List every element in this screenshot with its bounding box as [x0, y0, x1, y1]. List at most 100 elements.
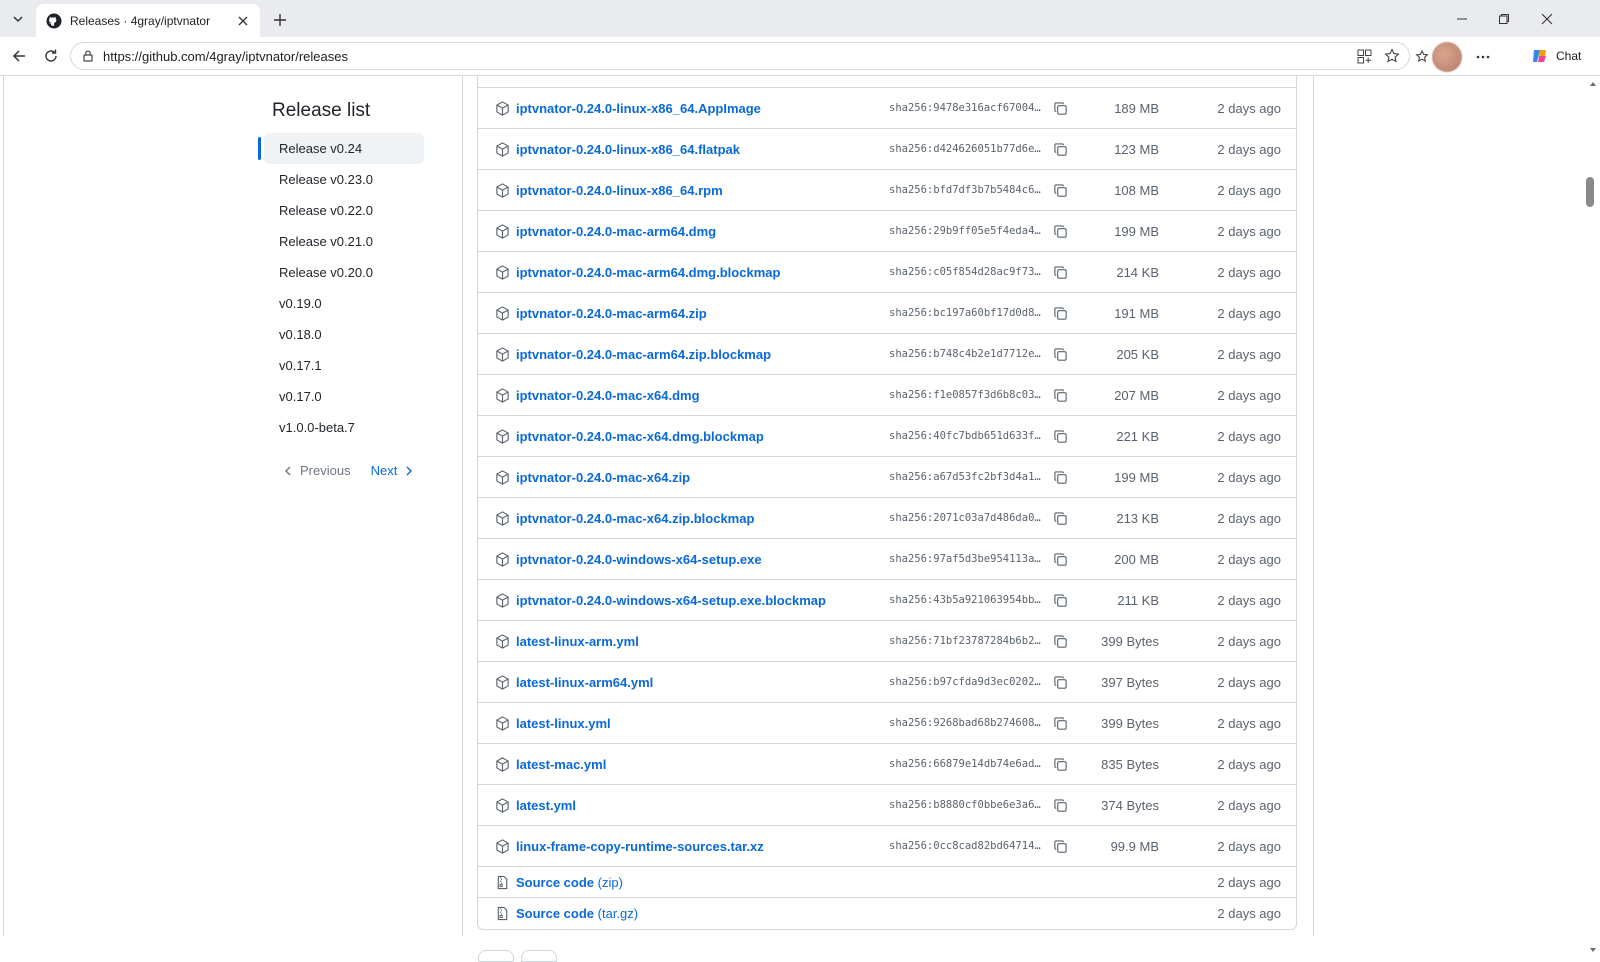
package-icon — [496, 715, 509, 731]
asset-link[interactable]: iptvnator-0.24.0-mac-x64.dmg.blockmap — [516, 429, 764, 444]
copy-sha-button[interactable] — [1051, 509, 1069, 527]
close-icon — [1541, 13, 1553, 25]
asset-size: 221 KB — [1116, 428, 1159, 444]
release-item-v0-17-1[interactable]: v0.17.1 — [264, 350, 424, 381]
asset-row: latest-linux-arm64.yml sha256:b97cfda9d3e… — [478, 662, 1296, 703]
app-available-button[interactable] — [1353, 45, 1375, 67]
asset-link[interactable]: iptvnator-0.24.0-mac-arm64.dmg.blockmap — [516, 265, 780, 280]
asset-link[interactable]: iptvnator-0.24.0-linux-x86_64.AppImage — [516, 101, 761, 116]
page-scrollbar[interactable] — [1585, 76, 1600, 957]
asset-date: 2 days ago — [1217, 264, 1281, 280]
asset-sha256: sha256:66879e14db74e6ad0… — [889, 758, 1045, 770]
copy-icon — [1053, 716, 1067, 730]
source-code-link[interactable]: Source code (tar.gz) — [516, 906, 638, 921]
reload-icon — [45, 49, 57, 62]
copy-sha-button[interactable] — [1051, 755, 1069, 773]
copilot-chat-button[interactable]: Chat — [1530, 43, 1581, 69]
asset-sha256: sha256:0cc8cad82bd64714d… — [889, 840, 1045, 852]
reaction-button[interactable] — [521, 950, 557, 962]
source-code-link[interactable]: Source code (zip) — [516, 875, 623, 890]
copy-sha-button[interactable] — [1051, 181, 1069, 199]
asset-link[interactable]: iptvnator-0.24.0-mac-arm64.dmg — [516, 224, 716, 239]
asset-link[interactable]: linux-frame-copy-runtime-sources.tar.xz — [516, 839, 764, 854]
file-zip-icon — [497, 875, 508, 889]
copy-sha-button[interactable] — [1051, 222, 1069, 240]
new-tab-button[interactable] — [268, 8, 292, 32]
copy-sha-button[interactable] — [1051, 263, 1069, 281]
asset-link[interactable]: iptvnator-0.24.0-mac-arm64.zip.blockmap — [516, 347, 771, 362]
copy-sha-button[interactable] — [1051, 99, 1069, 117]
release-item-v0-18-0[interactable]: v0.18.0 — [264, 319, 424, 350]
browser-tab-active[interactable]: Releases · 4gray/iptvnator — [36, 4, 260, 37]
address-bar[interactable]: https://github.com/4gray/iptvnator/relea… — [70, 42, 1410, 70]
release-item-v0-24[interactable]: Release v0.24 — [258, 133, 424, 164]
restore-button[interactable] — [1487, 6, 1521, 32]
chevron-left-icon — [285, 466, 291, 475]
release-item-v0-20-0[interactable]: Release v0.20.0 — [264, 257, 424, 288]
release-item-v0-17-0[interactable]: v0.17.0 — [264, 381, 424, 412]
asset-row: iptvnator-0.24.0-linux-x86_64.AppImage sh… — [478, 88, 1296, 129]
github-icon — [46, 13, 62, 28]
asset-date: 2 days ago — [1217, 182, 1281, 198]
copy-sha-button[interactable] — [1051, 837, 1069, 855]
copy-sha-button[interactable] — [1051, 468, 1069, 486]
more-menu-button[interactable] — [1472, 46, 1494, 68]
package-icon — [496, 674, 509, 690]
asset-link[interactable]: latest-linux-arm.yml — [516, 634, 639, 649]
minimize-button[interactable] — [1445, 6, 1479, 32]
next-button[interactable]: Next — [371, 463, 416, 478]
favorites-button[interactable] — [1412, 46, 1434, 68]
copy-sha-button[interactable] — [1051, 386, 1069, 404]
copy-sha-button[interactable] — [1051, 550, 1069, 568]
release-item-v0-23-0[interactable]: Release v0.23.0 — [264, 164, 424, 195]
asset-link[interactable]: iptvnator-0.24.0-linux-x86_64.flatpak — [516, 142, 740, 157]
release-item-v0-21-0[interactable]: Release v0.21.0 — [264, 226, 424, 257]
profile-avatar[interactable] — [1432, 42, 1462, 72]
copy-sha-button[interactable] — [1051, 591, 1069, 609]
copy-sha-button[interactable] — [1051, 673, 1069, 691]
asset-link[interactable]: latest-linux-arm64.yml — [516, 675, 653, 690]
asset-row: latest-mac.yml sha256:66879e14db74e6ad0… 8… — [478, 744, 1296, 785]
asset-link[interactable]: latest-mac.yml — [516, 757, 606, 772]
favorite-button[interactable] — [1381, 45, 1403, 67]
asset-link[interactable]: latest.yml — [516, 798, 576, 813]
asset-link[interactable]: iptvnator-0.24.0-mac-x64.zip — [516, 470, 690, 485]
asset-link[interactable]: iptvnator-0.24.0-mac-x64.zip.blockmap — [516, 511, 754, 526]
next-label: Next — [370, 463, 398, 478]
copy-sha-button[interactable] — [1051, 140, 1069, 158]
asset-row: iptvnator-0.24.0-mac-arm64.dmg sha256:29b… — [478, 211, 1296, 252]
asset-link[interactable]: iptvnator-0.24.0-windows-x64-setup.exe — [516, 552, 762, 567]
more-icon — [1476, 55, 1490, 59]
scrollbar-thumb[interactable] — [1586, 177, 1594, 207]
copy-sha-button[interactable] — [1051, 632, 1069, 650]
tab-close-button[interactable] — [234, 12, 252, 30]
copy-sha-button[interactable] — [1051, 345, 1069, 363]
scroll-up-icon[interactable] — [1589, 80, 1597, 88]
asset-size: 211 KB — [1117, 592, 1159, 608]
scroll-down-icon[interactable] — [1589, 946, 1597, 954]
close-window-button[interactable] — [1530, 6, 1564, 32]
asset-link[interactable]: iptvnator-0.24.0-linux-x86_64.rpm — [516, 183, 723, 198]
release-item-v0-19-0[interactable]: v0.19.0 — [264, 288, 424, 319]
copy-sha-button[interactable] — [1051, 714, 1069, 732]
asset-date: 2 days ago — [1217, 838, 1281, 854]
asset-size: 200 MB — [1114, 551, 1159, 567]
release-item-v1-0-0-beta-7[interactable]: v1.0.0-beta.7 — [264, 412, 424, 443]
copy-sha-button[interactable] — [1051, 796, 1069, 814]
copy-sha-button[interactable] — [1051, 427, 1069, 445]
asset-link[interactable]: iptvnator-0.24.0-mac-x64.dmg — [516, 388, 700, 403]
back-button[interactable] — [6, 44, 32, 68]
copy-icon — [1053, 757, 1067, 771]
tab-search-button[interactable] — [6, 7, 30, 31]
reload-button[interactable] — [38, 44, 64, 68]
copy-sha-button[interactable] — [1051, 304, 1069, 322]
release-item-v0-22-0[interactable]: Release v0.22.0 — [264, 195, 424, 226]
package-icon — [496, 387, 509, 403]
copy-icon — [1053, 265, 1067, 279]
reaction-button[interactable] — [478, 950, 514, 962]
asset-link[interactable]: iptvnator-0.24.0-windows-x64-setup.exe.b… — [516, 593, 826, 608]
asset-link[interactable]: latest-linux.yml — [516, 716, 611, 731]
previous-button[interactable]: Previous — [282, 463, 351, 478]
source-code-label: Source code — [516, 874, 595, 890]
asset-link[interactable]: iptvnator-0.24.0-mac-arm64.zip — [516, 306, 707, 321]
